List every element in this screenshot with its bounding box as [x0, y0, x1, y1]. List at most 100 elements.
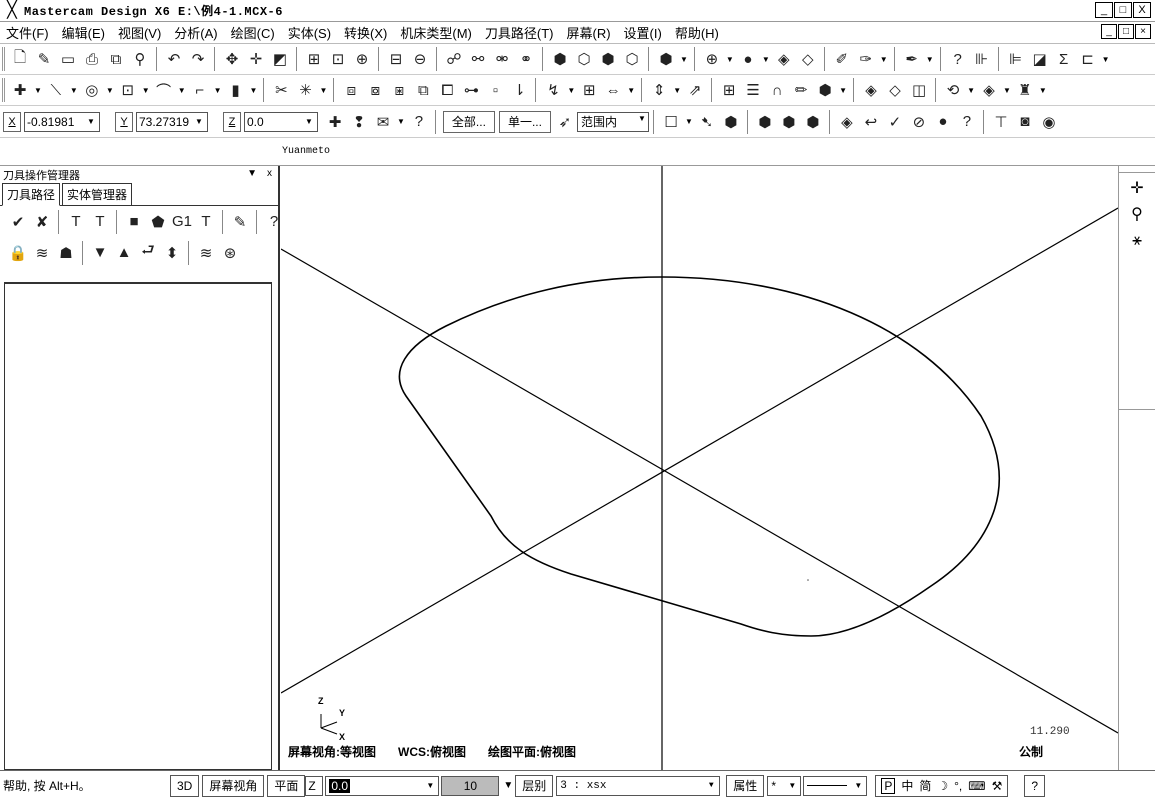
move-down-icon[interactable]: ▼	[89, 242, 111, 264]
drawing-canvas[interactable]: Z Y X	[281, 166, 1118, 770]
pan-icon[interactable]: ✥	[221, 48, 243, 70]
trim-icon[interactable]: ✂	[270, 79, 292, 101]
window-select-icon[interactable]: ☐	[660, 111, 682, 133]
camera-icon[interactable]: ◙	[1014, 111, 1036, 133]
backplot-icon[interactable]: ■	[123, 211, 145, 233]
no-icon[interactable]: ⊘	[908, 111, 930, 133]
ime-chinese-icon[interactable]: 中	[901, 777, 913, 794]
face-select-icon[interactable]: ⬢	[754, 111, 776, 133]
select-cursor-icon[interactable]: ➶	[554, 111, 576, 133]
toolpath-tree[interactable]	[4, 282, 272, 770]
range-select[interactable]: 范围内 ▼	[576, 111, 649, 132]
pen-icon[interactable]: ✐	[831, 48, 853, 70]
surface-icon[interactable]: ◈	[860, 79, 882, 101]
shade-sphere-icon[interactable]: ●	[737, 48, 759, 70]
display-options-icon[interactable]: ⊛	[219, 242, 241, 264]
menu-xform[interactable]: 转换(X)	[338, 23, 394, 42]
autocursor-icon[interactable]: ❢	[348, 111, 370, 133]
record-icon[interactable]: ◉	[1038, 111, 1060, 133]
doc-close-button[interactable]: ×	[1135, 24, 1151, 39]
highfeed-icon[interactable]: T	[195, 211, 217, 233]
level-select[interactable]: 3 : xsx ▼	[556, 775, 721, 796]
break-icon[interactable]: ⇕	[648, 79, 670, 101]
xform-project-icon[interactable]: ⇂	[508, 79, 530, 101]
brush-icon[interactable]: ✒	[901, 48, 923, 70]
dimension-icon[interactable]: ⊫	[1005, 48, 1027, 70]
gview-icon[interactable]: ⊤	[990, 111, 1012, 133]
menu-create[interactable]: 绘图(C)	[225, 23, 282, 42]
solid-select-icon[interactable]: ⬢	[720, 111, 742, 133]
xform-scale-icon[interactable]: ⧉	[412, 79, 434, 101]
asterisk-icon[interactable]: ⚹	[1126, 230, 1148, 252]
roll-icon[interactable]: ↯	[542, 79, 564, 101]
pick-icon[interactable]: ✓	[884, 111, 906, 133]
ime-punct-icon[interactable]: °,	[954, 779, 962, 793]
chevron-down-icon[interactable]: ▼	[302, 114, 316, 130]
line-icon[interactable]: ⟍	[45, 79, 67, 101]
insert-arrow-icon[interactable]: ⮐	[137, 242, 159, 264]
regen-selected-icon[interactable]: T	[65, 211, 87, 233]
print-icon[interactable]: ⎙	[81, 48, 103, 70]
minimize-button[interactable]: _	[1095, 2, 1113, 18]
toolbar-grip[interactable]	[2, 78, 5, 102]
ime-p-icon[interactable]: P	[881, 777, 896, 794]
plane-button[interactable]: 平面	[267, 774, 306, 797]
menu-file[interactable]: 文件(F)	[0, 23, 56, 42]
toggle-post-icon[interactable]: ☗	[55, 242, 77, 264]
chevron-down-icon[interactable]: ▼	[192, 114, 206, 130]
zoom-window-icon[interactable]: ⊞	[303, 48, 325, 70]
globe-icon[interactable]: ⊕	[701, 48, 723, 70]
line-style-select[interactable]: ▼	[803, 775, 868, 796]
xform-mirror-icon[interactable]: ⧆	[388, 79, 410, 101]
tab-toolpaths[interactable]: 刀具路径	[2, 183, 61, 206]
chevron-down-icon[interactable]: ▼	[704, 778, 718, 794]
pin-icon[interactable]: ▼	[247, 168, 257, 179]
toggle-display-icon[interactable]: ≋	[31, 242, 53, 264]
select-all-button[interactable]: 全部...	[442, 110, 495, 133]
cam-profile-contour[interactable]	[398, 276, 1000, 637]
ime-keyboard-icon[interactable]: ⌨	[968, 779, 985, 793]
only-display-icon[interactable]: ≋	[195, 242, 217, 264]
revolve-icon[interactable]: ⟲	[942, 79, 964, 101]
regen-dirty-icon[interactable]: T	[89, 211, 111, 233]
stat-icon[interactable]: ◪	[1029, 48, 1051, 70]
analyze-icon[interactable]: ?	[947, 48, 969, 70]
select-single-button[interactable]: 单一...	[498, 110, 551, 133]
show-icon[interactable]: ⚮	[491, 48, 513, 70]
chevron-down-icon[interactable]: ▼	[851, 778, 865, 794]
doc-minimize-button[interactable]: _	[1101, 24, 1117, 39]
delete-ops-icon[interactable]: ✎	[229, 211, 251, 233]
surface-3-icon[interactable]: ◫	[908, 79, 930, 101]
x-coordinate-field[interactable]: -0.81981 ▼	[24, 111, 100, 132]
graphics-viewport[interactable]: Z Y X 屏幕视角:等视图 WCS:俯视图 绘图平面:俯视图 11.290 公…	[281, 166, 1118, 770]
envelope-icon[interactable]: ✉	[372, 111, 394, 133]
wireframe-icon[interactable]: ◈	[773, 48, 795, 70]
sigma-icon[interactable]: Σ	[1053, 48, 1075, 70]
z-depth-field[interactable]: 0.0 ▼	[325, 775, 440, 796]
menu-screen[interactable]: 屏幕(R)	[560, 23, 617, 42]
shaded-icon[interactable]: ◇	[797, 48, 819, 70]
menu-solids[interactable]: 实体(S)	[282, 23, 338, 42]
cube-top-icon[interactable]: ⬢	[549, 48, 571, 70]
probe-icon[interactable]: ⚲	[1126, 204, 1148, 226]
table-icon[interactable]: ⊞	[718, 79, 740, 101]
level-button[interactable]: 层别	[515, 774, 554, 797]
hide-icon[interactable]: ⚯	[467, 48, 489, 70]
stretch-icon[interactable]: ⇔	[602, 79, 624, 101]
blank-icon[interactable]: ⚭	[515, 48, 537, 70]
extend-icon[interactable]: ✳	[294, 79, 316, 101]
verify-ops-icon[interactable]: ⬟	[147, 211, 169, 233]
crosshair-icon[interactable]: ✛	[1126, 178, 1148, 200]
menu-toolpaths[interactable]: 刀具路径(T)	[479, 23, 561, 42]
cube-right-icon[interactable]: ⬢	[597, 48, 619, 70]
polyline-icon[interactable]: ⌐	[189, 79, 211, 101]
help-button[interactable]: ?	[1024, 774, 1046, 797]
cube-front-icon[interactable]: ⬡	[573, 48, 595, 70]
loft-icon[interactable]: ◈	[978, 79, 1000, 101]
unzoom-icon[interactable]: ⊟	[385, 48, 407, 70]
chevron-down-icon[interactable]: ▼	[423, 778, 437, 794]
zoom-target-icon[interactable]: ⊡	[327, 48, 349, 70]
color-field[interactable]: 10	[441, 775, 500, 796]
rectangle-icon[interactable]: ▮	[225, 79, 247, 101]
move-icon[interactable]: ✛	[245, 48, 267, 70]
